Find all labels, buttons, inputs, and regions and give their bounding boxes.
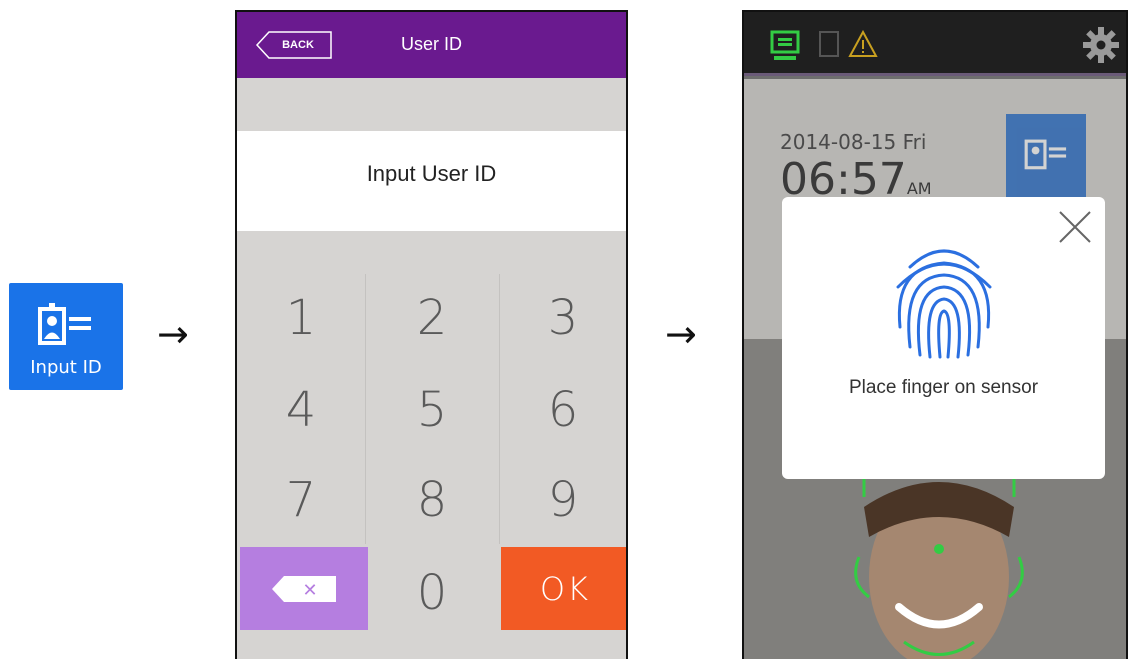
key-5[interactable]: 5 xyxy=(368,366,496,454)
key-6[interactable]: 6 xyxy=(499,366,626,454)
key-2[interactable]: 2 xyxy=(368,274,496,362)
warning-icon xyxy=(848,30,878,57)
key-3[interactable]: 3 xyxy=(499,274,626,362)
key-9[interactable]: 9 xyxy=(499,456,626,544)
face-camera-preview xyxy=(854,475,1024,659)
fingerprint-prompt-screen: 2014-08-15 Fri 06:57AM Place finger on s… xyxy=(742,10,1128,659)
input-id-button[interactable]: Input ID xyxy=(9,283,123,390)
flow-arrow-1: → xyxy=(157,312,189,356)
numeric-keypad: 1 2 3 4 5 6 7 8 9 ✕ 0 OK xyxy=(237,274,626,659)
close-icon[interactable] xyxy=(1057,209,1093,245)
delete-button[interactable]: ✕ xyxy=(240,547,368,630)
key-7[interactable]: 7 xyxy=(237,456,365,544)
fingerprint-modal: Place finger on sensor xyxy=(782,197,1105,479)
flow-arrow-2: → xyxy=(665,312,697,356)
monitor-icon xyxy=(770,30,800,60)
backspace-icon: ✕ xyxy=(272,575,336,602)
user-id-input[interactable]: Input User ID xyxy=(237,131,626,231)
key-4[interactable]: 4 xyxy=(237,366,365,454)
keypad-divider xyxy=(365,274,366,544)
delete-symbol: ✕ xyxy=(302,580,317,601)
status-bar xyxy=(744,12,1126,76)
screen-title: User ID xyxy=(400,34,462,54)
fingerprint-icon xyxy=(896,249,992,359)
key-0[interactable]: 0 xyxy=(368,549,496,637)
modal-message: Place finger on sensor xyxy=(848,377,1039,398)
key-8[interactable]: 8 xyxy=(368,456,496,544)
id-card-icon xyxy=(38,303,91,345)
screen-header: BACK User ID xyxy=(237,12,626,78)
time-suffix: AM xyxy=(906,179,932,198)
gear-icon[interactable] xyxy=(1082,26,1120,64)
background-input-id-button xyxy=(1006,114,1086,204)
id-card-icon xyxy=(1024,139,1067,170)
input-prompt: Input User ID xyxy=(366,161,497,186)
date-display: 2014-08-15 Fri xyxy=(780,130,927,154)
user-id-keypad-screen: BACK User ID Input User ID 1 2 3 4 5 6 7… xyxy=(235,10,628,659)
input-id-label: Input ID xyxy=(30,357,102,378)
card-icon xyxy=(819,31,839,57)
key-1[interactable]: 1 xyxy=(237,274,365,362)
ok-button[interactable]: OK xyxy=(501,547,626,630)
